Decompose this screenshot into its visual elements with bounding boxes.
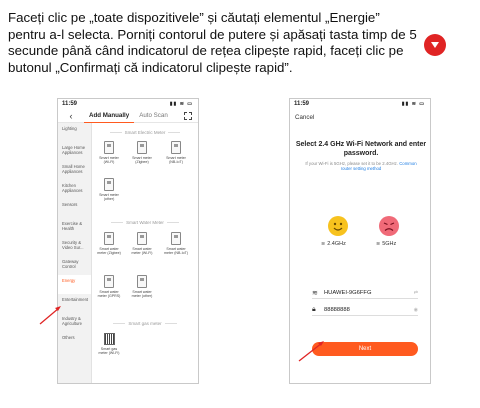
gas-meter-icon [103,333,115,345]
sidebar-item-kitchen[interactable]: Kitchen Appliances [58,180,91,199]
meter-icon [104,178,114,191]
status-bar: 11:59 ▮▮ ≋ ▭ [290,99,430,109]
sidebar-item-security[interactable]: Security & Video Sur... [58,237,91,256]
happy-face-icon [328,216,348,236]
sidebar-item-small-appliances[interactable]: Small Home Appliances [58,161,91,180]
pointer-arrow-next [298,341,324,362]
status-time: 11:59 [62,101,78,107]
device-water-meter-gprs[interactable]: Smart water meter (GPRS) [96,275,122,299]
add-device-header: ‹ Add Manually Auto Scan [58,109,198,123]
sad-face-icon [379,216,399,236]
wifi-password-value: 88888888 [324,306,350,313]
device-smart-meter-wifi[interactable]: Smart meter (Wi-Fi) [96,141,122,165]
section-title-water: Smart Water Meter [92,220,198,225]
band-5ghz: ≋ 5GHz [376,241,397,247]
device-smart-meter-nbiot[interactable]: Smart meter (NB-IoT) [163,141,189,165]
section-title-electric: Smart Electric Meter [92,130,198,135]
sidebar-item-energy[interactable]: Energy [58,275,91,294]
wifi-icon: ≋ [312,289,318,297]
device-gas-meter-wifi[interactable]: Smart gas meter (Wi-Fi) [96,333,122,356]
pointer-arrow-energy [39,306,61,325]
eye-icon[interactable]: ◉ [414,307,418,313]
status-bar: 11:59 ▮▮ ≋ ▭ [58,99,198,109]
phone-screen-add-device: 11:59 ▮▮ ≋ ▭ ‹ Add Manually Auto Scan Li… [57,98,199,384]
sidebar-item-exercise[interactable]: Exercise & Health [58,218,91,237]
next-button[interactable]: Next [312,342,418,356]
status-time: 11:59 [294,101,310,107]
device-water-meter-zigbee[interactable]: Smart water meter (Zigbee) [96,232,122,256]
band-2-4ghz: ≋ 2.4GHz [321,241,346,247]
wifi-title: Select 2.4 GHz Wi-Fi Network and enter p… [295,141,427,157]
device-water-meter-nbiot[interactable]: Smart water meter (NB-IoT) [163,232,189,256]
wifi-password-field[interactable]: 🔒︎ 88888888 ◉ [312,304,418,316]
device-smart-meter-other[interactable]: Smart meter (other) [96,178,122,202]
instruction-text: Faceți clic pe „toate dispozitivele” și … [8,10,417,75]
wifi-icon: ≋ [376,241,381,247]
water-meter-icon [137,275,147,288]
water-meter-icon [104,232,114,245]
device-list: Smart Electric Meter Smart meter (Wi-Fi)… [92,123,198,383]
device-water-meter-other[interactable]: Smart water meter (other) [129,275,155,299]
wifi-icon: ≋ [321,241,326,247]
category-sidebar: Lighting Large Home Appliances Small Hom… [58,123,92,383]
sidebar-item-lighting[interactable]: Lighting [58,123,91,142]
status-icons: ▮▮ ≋ ▭ [169,101,193,107]
sidebar-item-gateway[interactable]: Gateway Control [58,256,91,275]
cancel-button[interactable]: Cancel [290,109,430,125]
status-icons: ▮▮ ≋ ▭ [401,101,425,107]
wifi-ssid-value: HUAWEI-9G6FFG [324,289,372,296]
sidebar-item-others[interactable]: Others [58,332,91,351]
back-arrow-icon[interactable]: ‹ [58,111,84,121]
meter-icon [171,141,181,154]
water-meter-icon [171,232,181,245]
meter-icon [104,141,114,154]
switch-network-icon[interactable]: ⇄ [414,290,418,296]
tab-auto-scan[interactable]: Auto Scan [134,109,173,123]
section-title-gas: Smart gas meter [92,321,198,326]
meter-icon [137,141,147,154]
water-meter-icon [137,232,147,245]
lock-icon: 🔒︎ [312,305,316,313]
tab-add-manually[interactable]: Add Manually [84,109,135,123]
wifi-ssid-field[interactable]: ≋ HUAWEI-9G6FFG ⇄ [312,287,418,299]
device-smart-meter-zigbee[interactable]: Smart meter (Zigbee) [129,141,155,165]
wifi-subtitle: If your Wi-Fi is 5GHz, please set it to … [305,161,417,172]
sidebar-item-sensors[interactable]: Sensors [58,199,91,218]
scan-icon[interactable] [184,111,192,120]
power-button-icon [424,34,446,56]
water-meter-icon [104,275,114,288]
device-water-meter-wifi[interactable]: Smart water meter (Wi-Fi) [129,232,155,256]
sidebar-item-large-appliances[interactable]: Large Home Appliances [58,142,91,161]
